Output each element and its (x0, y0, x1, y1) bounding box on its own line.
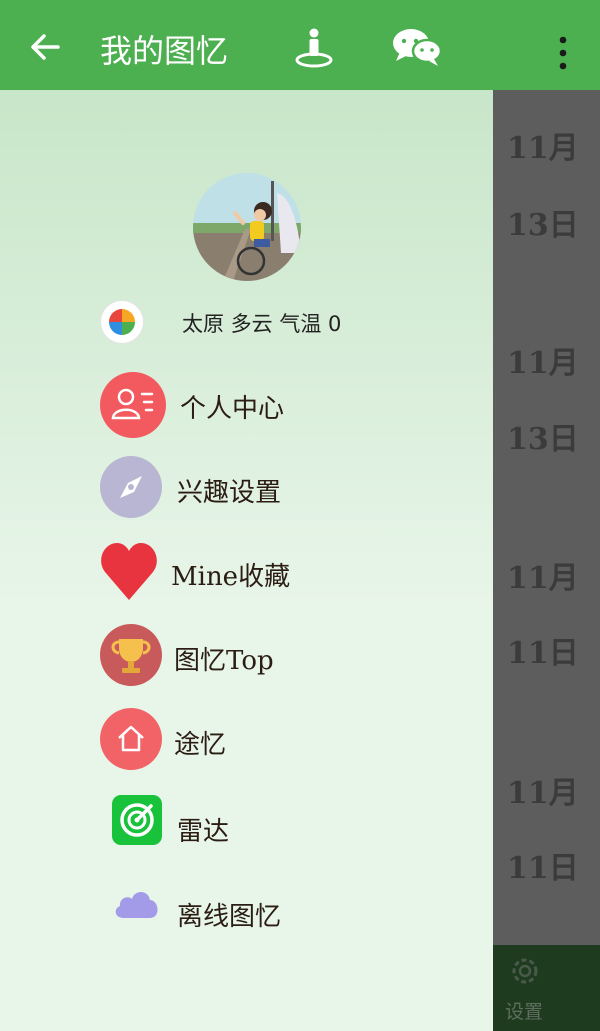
list-date: 13日 (507, 208, 579, 243)
list-date: 11月 (507, 346, 579, 381)
list-date: 13日 (507, 422, 579, 457)
cloud-icon (115, 892, 158, 918)
trophy-icon (100, 624, 162, 686)
app-bar: 我的图忆 (0, 0, 600, 90)
menu-item-label: Mine收藏 (171, 562, 291, 592)
back-arrow-icon[interactable] (28, 30, 62, 64)
menu-item-label: 图忆Top (174, 646, 274, 676)
menu-item-offline[interactable]: 离线图忆 (100, 880, 430, 946)
navigation-drawer: 太原 多云 气温 0 个人中心 兴趣设置 Mine收藏 图忆Top 途忆 雷达 … (0, 90, 493, 1031)
menu-item-label: 兴趣设置 (177, 478, 282, 508)
person-info-icon[interactable] (292, 26, 336, 70)
weather-icon (101, 301, 143, 343)
menu-item-label: 雷达 (177, 817, 230, 847)
menu-item-journey[interactable]: 途忆 (100, 708, 430, 774)
page-title: 我的图忆 (100, 32, 229, 70)
weather-info: 太原 多云 气温 0 (182, 312, 342, 336)
avatar[interactable] (193, 173, 301, 281)
menu-item-radar[interactable]: 雷达 (100, 795, 430, 861)
home-icon (100, 708, 162, 770)
menu-item-label: 离线图忆 (177, 902, 282, 932)
menu-item-label: 个人中心 (180, 394, 285, 424)
list-date: 11月 (507, 131, 579, 166)
radar-icon (112, 795, 162, 845)
menu-item-favorites[interactable]: Mine收藏 (100, 540, 430, 606)
settings-label: 设置 (505, 1001, 544, 1023)
heart-icon (101, 543, 157, 600)
menu-item-top[interactable]: 图忆Top (100, 624, 430, 690)
menu-item-profile[interactable]: 个人中心 (100, 372, 430, 438)
list-date: 11日 (507, 636, 579, 671)
gear-icon (512, 958, 538, 984)
compass-icon (100, 456, 162, 518)
list-date: 11月 (507, 776, 579, 811)
menu-item-label: 途忆 (174, 730, 227, 760)
more-vert-icon[interactable] (556, 36, 570, 70)
wechat-icon[interactable] (390, 26, 444, 70)
settings-button[interactable]: 设置 (493, 945, 600, 1031)
list-date: 11日 (507, 851, 579, 886)
profile-icon (100, 372, 166, 438)
menu-item-interests[interactable]: 兴趣设置 (100, 456, 430, 522)
list-date: 11月 (507, 561, 579, 596)
